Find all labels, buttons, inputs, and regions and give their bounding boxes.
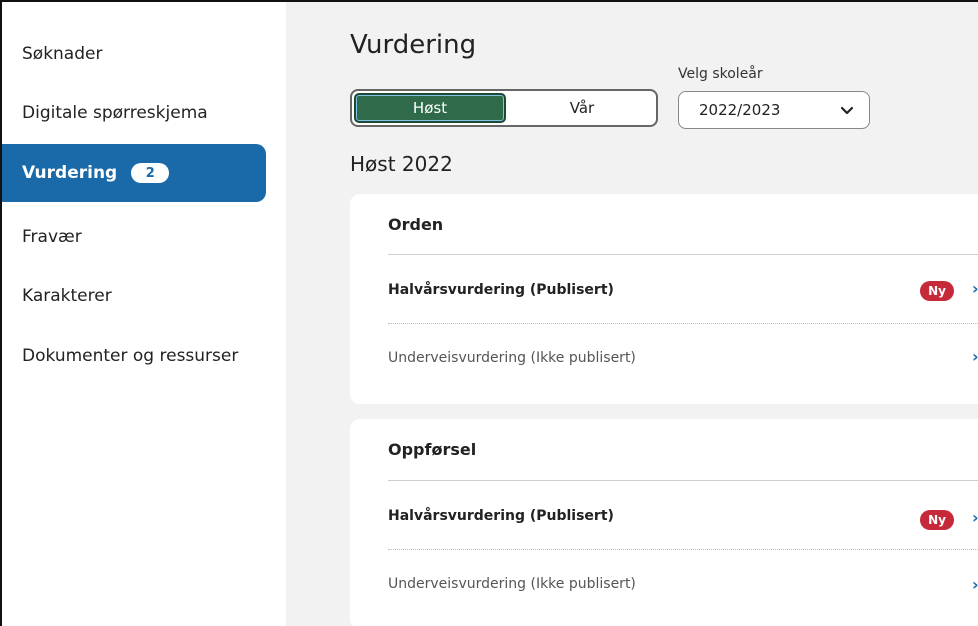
new-badge: Ny xyxy=(920,510,954,530)
section-title: Høst 2022 xyxy=(350,152,453,176)
divider xyxy=(388,549,978,550)
card-orden: Orden Halvårsvurdering (Publisert) Ny › … xyxy=(350,194,978,404)
row-halvarsvurdering[interactable]: Halvårsvurdering (Publisert) xyxy=(388,282,614,298)
new-badge: Ny xyxy=(920,281,954,301)
chevron-right-icon[interactable]: › xyxy=(972,575,978,594)
sidebar-item-label: Digitale spørreskjema xyxy=(22,103,208,123)
sidebar-item-label: Karakterer xyxy=(22,286,112,306)
year-select-value: 2022/2023 xyxy=(699,101,781,119)
card-heading: Orden xyxy=(388,215,444,234)
sidebar-item-digitale-sporreskjema[interactable]: Digitale spørreskjema xyxy=(2,84,266,142)
divider xyxy=(388,323,978,324)
tab-host[interactable]: Høst xyxy=(354,93,506,123)
semester-toggle: Høst Vår xyxy=(350,89,658,127)
row-halvarsvurdering[interactable]: Halvårsvurdering (Publisert) xyxy=(388,508,614,524)
year-select[interactable]: 2022/2023 xyxy=(678,91,870,129)
count-badge: 2 xyxy=(131,163,170,183)
row-underveisvurdering[interactable]: Underveisvurdering (Ikke publisert) xyxy=(388,350,636,366)
card-oppforsel: Oppførsel Halvårsvurdering (Publisert) N… xyxy=(350,419,978,626)
sidebar-item-label: Vurdering xyxy=(22,163,118,183)
sidebar-item-label: Fravær xyxy=(22,227,82,247)
chevron-down-icon xyxy=(840,106,854,115)
chevron-right-icon[interactable]: › xyxy=(972,508,978,527)
sidebar-item-label: Dokumenter og ressurser xyxy=(22,346,239,366)
sidebar: Søknader Digitale spørreskjema Vurdering… xyxy=(2,2,286,626)
tab-var[interactable]: Vår xyxy=(508,91,656,125)
divider xyxy=(388,254,978,255)
chevron-right-icon[interactable]: › xyxy=(972,347,978,366)
divider xyxy=(388,480,978,481)
sidebar-item-karakterer[interactable]: Karakterer xyxy=(2,267,266,325)
sidebar-item-fravaer[interactable]: Fravær xyxy=(2,208,266,266)
sidebar-item-soknader[interactable]: Søknader xyxy=(2,25,266,83)
chevron-right-icon[interactable]: › xyxy=(972,279,978,298)
card-heading: Oppførsel xyxy=(388,440,477,459)
sidebar-item-vurdering[interactable]: Vurdering 2 xyxy=(2,144,266,202)
main-content: Vurdering Høst Vår Velg skoleår 2022/202… xyxy=(286,2,978,626)
sidebar-item-label: Søknader xyxy=(22,44,103,64)
page-title: Vurdering xyxy=(350,30,477,60)
sidebar-item-dokumenter[interactable]: Dokumenter og ressurser xyxy=(2,327,266,385)
row-underveisvurdering[interactable]: Underveisvurdering (Ikke publisert) xyxy=(388,576,636,592)
year-select-label: Velg skoleår xyxy=(678,66,763,82)
